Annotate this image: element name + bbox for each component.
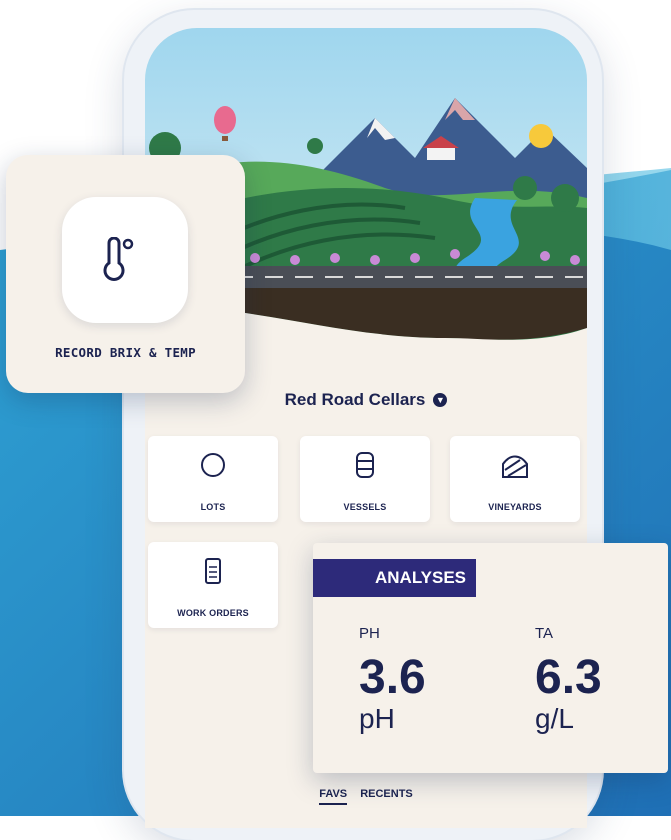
record-brix-label: RECORD BRIX & TEMP	[55, 345, 196, 360]
metric-ta: TA 6.3 g/L	[535, 625, 602, 734]
chevron-down-icon: ▼	[433, 393, 448, 407]
tile-vineyards[interactable]: VINEYARDS	[450, 436, 580, 522]
metric-unit: pH	[359, 703, 395, 734]
circle-icon	[201, 453, 225, 477]
metric-ph: PH 3.6 pH	[359, 625, 426, 734]
metric-unit: g/L	[535, 703, 574, 734]
tile-work-orders[interactable]: WORK ORDERS	[148, 542, 278, 628]
metric-label: PH	[359, 625, 380, 642]
thermometer-icon	[103, 237, 134, 281]
clipboard-icon	[205, 558, 221, 584]
metric-value: 6.3	[535, 651, 602, 704]
organization-selector[interactable]: Red Road Cellars ▼	[145, 390, 587, 410]
tile-label: VESSELS	[343, 502, 387, 512]
tile-lots[interactable]: LOTS	[148, 436, 278, 522]
metric-label: TA	[535, 625, 554, 642]
tab-favs[interactable]: FAVS	[319, 788, 348, 805]
tab-bar: FAVS RECENTS	[145, 788, 587, 805]
organization-name: Red Road Cellars	[284, 390, 426, 409]
metric-value: 3.6	[359, 651, 426, 704]
record-brix-card: RECORD BRIX & TEMP	[6, 155, 245, 393]
analyses-card[interactable]: ANALYSES PH 3.6 pH TA 6.3 g/L	[313, 543, 668, 773]
tile-vessels[interactable]: VESSELS	[300, 436, 430, 522]
barrel-icon	[356, 452, 374, 478]
tab-recents[interactable]: RECENTS	[360, 788, 413, 803]
tile-label: LOTS	[200, 502, 226, 512]
vineyard-icon	[502, 455, 528, 478]
analyses-title: ANALYSES	[313, 559, 476, 597]
record-brix-button[interactable]	[62, 197, 188, 323]
tile-label: VINEYARDS	[488, 502, 542, 512]
tile-label: WORK ORDERS	[177, 608, 249, 618]
